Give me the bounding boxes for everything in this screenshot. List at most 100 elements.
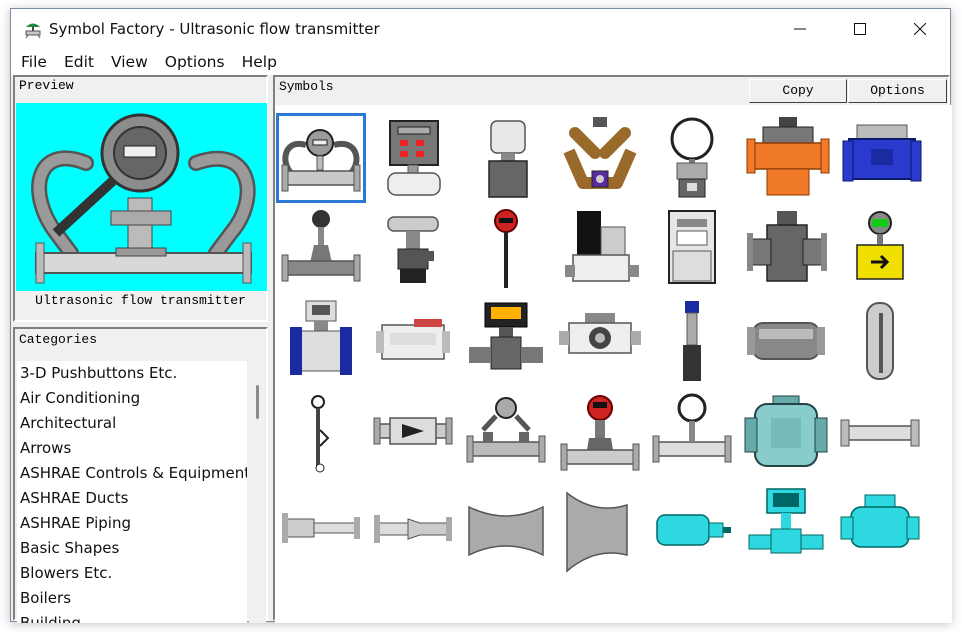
categories-scrollbar[interactable] <box>249 361 266 623</box>
categories-list[interactable]: 3-D Pushbuttons Etc. Air Conditioning Ar… <box>17 361 247 623</box>
maximize-button[interactable] <box>830 9 890 49</box>
symbol-sight-flow-indicator[interactable] <box>368 390 458 480</box>
display-valve-meter-icon <box>469 302 543 370</box>
cyan-pump-valve-icon <box>840 494 920 548</box>
vortex-flowmeter-icon <box>281 210 361 282</box>
categories-label: Categories <box>19 332 98 347</box>
flared-duct-icon <box>566 491 628 573</box>
symbol-orange-turbine-meter[interactable] <box>741 113 831 203</box>
category-item[interactable]: ASHRAE Ducts <box>17 486 247 511</box>
symbol-gauge-on-pipe[interactable] <box>647 390 737 480</box>
menu-help[interactable]: Help <box>242 53 277 71</box>
symbol-ultrasonic-twin-sensor[interactable] <box>461 390 551 480</box>
symbols-label: Symbols <box>279 79 334 94</box>
symbol-wafer-flowmeter[interactable] <box>555 297 645 387</box>
category-item[interactable]: Blowers Etc. <box>17 561 247 586</box>
red-probe-transmitter-icon <box>494 209 518 288</box>
symbol-red-probe-transmitter[interactable] <box>461 205 551 295</box>
preview-panel: Preview Ultrasonic flow transmitter <box>13 75 268 322</box>
symbol-gray-mag-meter[interactable] <box>741 205 831 295</box>
flanged-reducer-icon <box>282 513 360 543</box>
symbols-panel: Symbols Copy Options <box>273 75 952 623</box>
pipe-spool-icon <box>747 322 825 360</box>
symbol-clamp-on-flowmeter[interactable] <box>555 113 645 203</box>
symbol-flared-duct[interactable] <box>555 485 645 575</box>
symbol-cylinder-flowmeter[interactable] <box>461 113 551 203</box>
category-item[interactable]: Building... <box>17 611 247 623</box>
category-item[interactable]: Air Conditioning <box>17 386 247 411</box>
categories-panel: Categories 3-D Pushbuttons Etc. Air Cond… <box>13 327 268 623</box>
scrollbar-thumb[interactable] <box>256 385 259 419</box>
electronic-flow-computer-icon <box>668 210 716 284</box>
category-item[interactable]: 3-D Pushbuttons Etc. <box>17 361 247 386</box>
symbol-cyan-motor-sensor[interactable] <box>647 485 737 575</box>
menu-bar: File Edit View Options Help <box>11 49 950 75</box>
title-bar[interactable]: Symbol Factory - Ultrasonic flow transmi… <box>11 9 950 49</box>
preview-caption: Ultrasonic flow transmitter <box>35 293 246 308</box>
symbol-display-valve-meter[interactable] <box>461 297 551 387</box>
symbol-red-head-transmitter[interactable] <box>555 390 645 480</box>
symbol-vortex-flowmeter[interactable] <box>276 205 366 295</box>
insertion-sensor-icon <box>683 301 701 381</box>
mass-flow-controller-icon <box>565 211 639 282</box>
symbol-blue-mag-flowmeter[interactable] <box>276 297 366 387</box>
maximize-icon <box>854 23 866 35</box>
clamp-on-flowmeter-icon <box>563 117 637 189</box>
category-item[interactable]: Boilers <box>17 586 247 611</box>
bellmouth-duct-icon <box>468 505 544 557</box>
pipe-section-icon <box>840 419 920 447</box>
symbol-pipe-section[interactable] <box>835 390 925 480</box>
symbol-cyan-control-valve[interactable] <box>741 485 831 575</box>
symbol-tee-flowmeter[interactable] <box>368 205 458 295</box>
close-button[interactable] <box>890 9 950 49</box>
category-item[interactable]: ASHRAE Controls & Equipment <box>17 461 247 486</box>
symbol-vertical-sensor[interactable] <box>835 297 925 387</box>
menu-file[interactable]: File <box>21 53 47 71</box>
category-item[interactable]: Architectural <box>17 411 247 436</box>
orange-turbine-meter-icon <box>746 117 830 196</box>
symbol-electronic-flow-computer[interactable] <box>647 205 737 295</box>
symbol-blue-water-meter[interactable] <box>835 113 925 203</box>
category-item[interactable]: ASHRAE Piping <box>17 511 247 536</box>
symbol-flanged-venturi[interactable] <box>368 485 458 575</box>
wafer-flowmeter-icon <box>559 313 641 354</box>
category-item[interactable]: Basic Shapes <box>17 536 247 561</box>
yellow-arrow-transmitter-icon <box>856 211 904 280</box>
symbol-pipe-spool[interactable] <box>741 297 831 387</box>
symbol-cyan-pump-valve[interactable] <box>835 485 925 575</box>
cylinder-flowmeter-icon <box>488 120 528 198</box>
symbol-mass-flow-controller[interactable] <box>555 205 645 295</box>
gray-mag-meter-icon <box>747 211 827 282</box>
app-icon <box>25 23 41 39</box>
red-head-transmitter-icon <box>560 395 640 471</box>
symbol-bellmouth-duct[interactable] <box>461 485 551 575</box>
gauge-flowmeter-icon <box>670 117 714 198</box>
symbol-paddle-switch[interactable] <box>276 390 366 480</box>
symbol-ultrasonic-flow-transmitter[interactable] <box>276 113 366 203</box>
symbol-inline-sensor-box[interactable] <box>368 297 458 387</box>
category-item[interactable]: Arrows <box>17 436 247 461</box>
cyan-motor-sensor-icon <box>656 514 731 546</box>
symbol-flanged-reducer[interactable] <box>276 485 366 575</box>
preview-label: Preview <box>19 78 74 93</box>
minimize-button[interactable] <box>770 9 830 49</box>
symbol-teal-check-valve[interactable] <box>741 390 831 480</box>
options-button[interactable]: Options <box>848 79 947 103</box>
menu-edit[interactable]: Edit <box>64 53 94 71</box>
minimize-icon <box>794 28 806 30</box>
blue-mag-flowmeter-icon <box>290 300 352 375</box>
gauge-on-pipe-icon <box>652 393 732 463</box>
panel-meter-flow-icon <box>387 120 441 196</box>
cyan-control-valve-icon <box>748 488 824 554</box>
symbol-gauge-flowmeter[interactable] <box>647 113 737 203</box>
menu-view[interactable]: View <box>111 53 148 71</box>
teal-check-valve-icon <box>744 395 828 467</box>
copy-button[interactable]: Copy <box>749 79 847 103</box>
menu-options[interactable]: Options <box>165 53 225 71</box>
symbol-yellow-arrow-transmitter[interactable] <box>835 205 925 295</box>
ultrasonic-flow-transmitter-icon <box>281 129 361 192</box>
symbol-insertion-sensor[interactable] <box>647 297 737 387</box>
symbol-panel-meter-flow[interactable] <box>368 113 458 203</box>
paddle-switch-icon <box>311 395 330 473</box>
app-window: Symbol Factory - Ultrasonic flow transmi… <box>10 8 952 623</box>
